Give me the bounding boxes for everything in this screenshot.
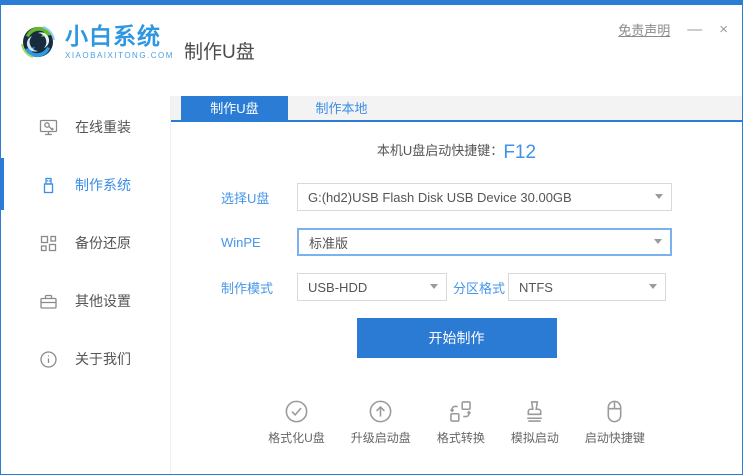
convert-squares-icon — [447, 398, 474, 425]
sidebar-item-about-us[interactable]: 关于我们 — [1, 330, 170, 388]
usb-select-label: 选择U盘 — [221, 188, 297, 207]
disclaimer-link[interactable]: 免责声明 — [618, 20, 670, 39]
page-title: 制作U盘 — [184, 37, 255, 64]
footer-tools: 格式化U盘 升级启动盘 — [171, 398, 742, 446]
form-row-usb: 选择U盘 G:(hd2)USB Flash Disk USB Device 30… — [221, 183, 742, 211]
boot-hotkey-value: F12 — [503, 142, 536, 163]
form-row-winpe: WinPE 标准版 — [221, 228, 742, 256]
partition-format-select-value: NTFS — [519, 280, 553, 295]
monitor-reinstall-icon — [39, 118, 58, 137]
tool-label: 模拟启动 — [511, 429, 559, 446]
boot-hotkey-line: 本机U盘启动快捷键：F12 — [171, 140, 742, 162]
chevron-down-icon — [654, 239, 662, 244]
stamp-icon — [521, 398, 548, 425]
toolbox-icon — [39, 292, 58, 311]
chevron-down-icon — [430, 284, 438, 289]
main-content: 制作U盘 制作本地 本机U盘启动快捷键：F12 选择U盘 G:(hd2)USB … — [171, 96, 742, 474]
brand-text-block: 小白系统 XIAOBAIXITONG.COM — [65, 24, 174, 60]
make-mode-select[interactable]: USB-HDD — [297, 273, 447, 301]
winpe-select-label: WinPE — [221, 235, 297, 250]
check-circle-icon — [283, 398, 310, 425]
body-area: 在线重装 制作系统 — [1, 96, 742, 474]
sidebar-item-label: 其他设置 — [75, 291, 131, 311]
usb-drive-select[interactable]: G:(hd2)USB Flash Disk USB Device 30.00GB — [297, 183, 672, 211]
tab-make-local[interactable]: 制作本地 — [288, 96, 395, 120]
chevron-down-icon — [649, 284, 657, 289]
mouse-icon — [601, 398, 628, 425]
tool-simulate-boot[interactable]: 模拟启动 — [511, 398, 559, 446]
partition-format-label: 分区格式 — [453, 278, 508, 297]
make-usb-form: 选择U盘 G:(hd2)USB Flash Disk USB Device 30… — [171, 183, 742, 301]
form-row-mode-partition: 制作模式 USB-HDD 分区格式 NTFS — [221, 273, 742, 301]
titlebar: 小白系统 XIAOBAIXITONG.COM 制作U盘 免责声明 — × — [1, 5, 742, 96]
sidebar-item-other-settings[interactable]: 其他设置 — [1, 272, 170, 330]
start-make-button[interactable]: 开始制作 — [357, 318, 557, 358]
winpe-select[interactable]: 标准版 — [297, 228, 672, 256]
tab-bar: 制作U盘 制作本地 — [171, 96, 742, 122]
sidebar: 在线重装 制作系统 — [1, 96, 171, 474]
tool-format-usb[interactable]: 格式化U盘 — [268, 398, 325, 446]
chevron-down-icon — [655, 194, 663, 199]
usb-drive-icon — [39, 176, 58, 195]
brand-logo-icon — [17, 21, 59, 63]
tab-make-usb[interactable]: 制作U盘 — [181, 96, 288, 120]
sidebar-item-label: 制作系统 — [75, 175, 131, 195]
tool-label: 升级启动盘 — [351, 429, 411, 446]
close-button[interactable]: × — [719, 22, 728, 38]
make-mode-select-value: USB-HDD — [308, 280, 367, 295]
boot-hotkey-label: 本机U盘启动快捷键： — [377, 143, 503, 158]
app-logo: 小白系统 XIAOBAIXITONG.COM — [17, 21, 174, 63]
sidebar-item-label: 备份还原 — [75, 233, 131, 253]
tool-label: 启动快捷键 — [585, 429, 645, 446]
arrow-up-circle-icon — [367, 398, 394, 425]
sidebar-item-make-system[interactable]: 制作系统 — [1, 156, 170, 214]
usb-drive-select-value: G:(hd2)USB Flash Disk USB Device 30.00GB — [308, 190, 572, 205]
sidebar-item-backup-restore[interactable]: 备份还原 — [1, 214, 170, 272]
info-circle-icon — [39, 350, 58, 369]
sidebar-item-online-reinstall[interactable]: 在线重装 — [1, 98, 170, 156]
tool-label: 格式转换 — [437, 429, 485, 446]
make-mode-label: 制作模式 — [221, 278, 297, 297]
backup-grid-icon — [39, 234, 58, 253]
winpe-select-value: 标准版 — [309, 233, 348, 252]
minimize-button[interactable]: — — [687, 22, 702, 38]
tool-boot-hotkey[interactable]: 启动快捷键 — [585, 398, 645, 446]
brand-domain: XIAOBAIXITONG.COM — [65, 51, 174, 60]
tool-label: 格式化U盘 — [268, 429, 325, 446]
active-item-indicator — [0, 158, 4, 210]
sidebar-item-label: 在线重装 — [75, 117, 131, 137]
partition-format-select[interactable]: NTFS — [508, 273, 666, 301]
tool-format-convert[interactable]: 格式转换 — [437, 398, 485, 446]
sidebar-item-label: 关于我们 — [75, 349, 131, 369]
app-window: 小白系统 XIAOBAIXITONG.COM 制作U盘 免责声明 — × — [0, 0, 743, 475]
tool-upgrade-boot-disk[interactable]: 升级启动盘 — [351, 398, 411, 446]
window-controls: 免责声明 — × — [618, 20, 728, 39]
brand-name: 小白系统 — [65, 24, 174, 48]
